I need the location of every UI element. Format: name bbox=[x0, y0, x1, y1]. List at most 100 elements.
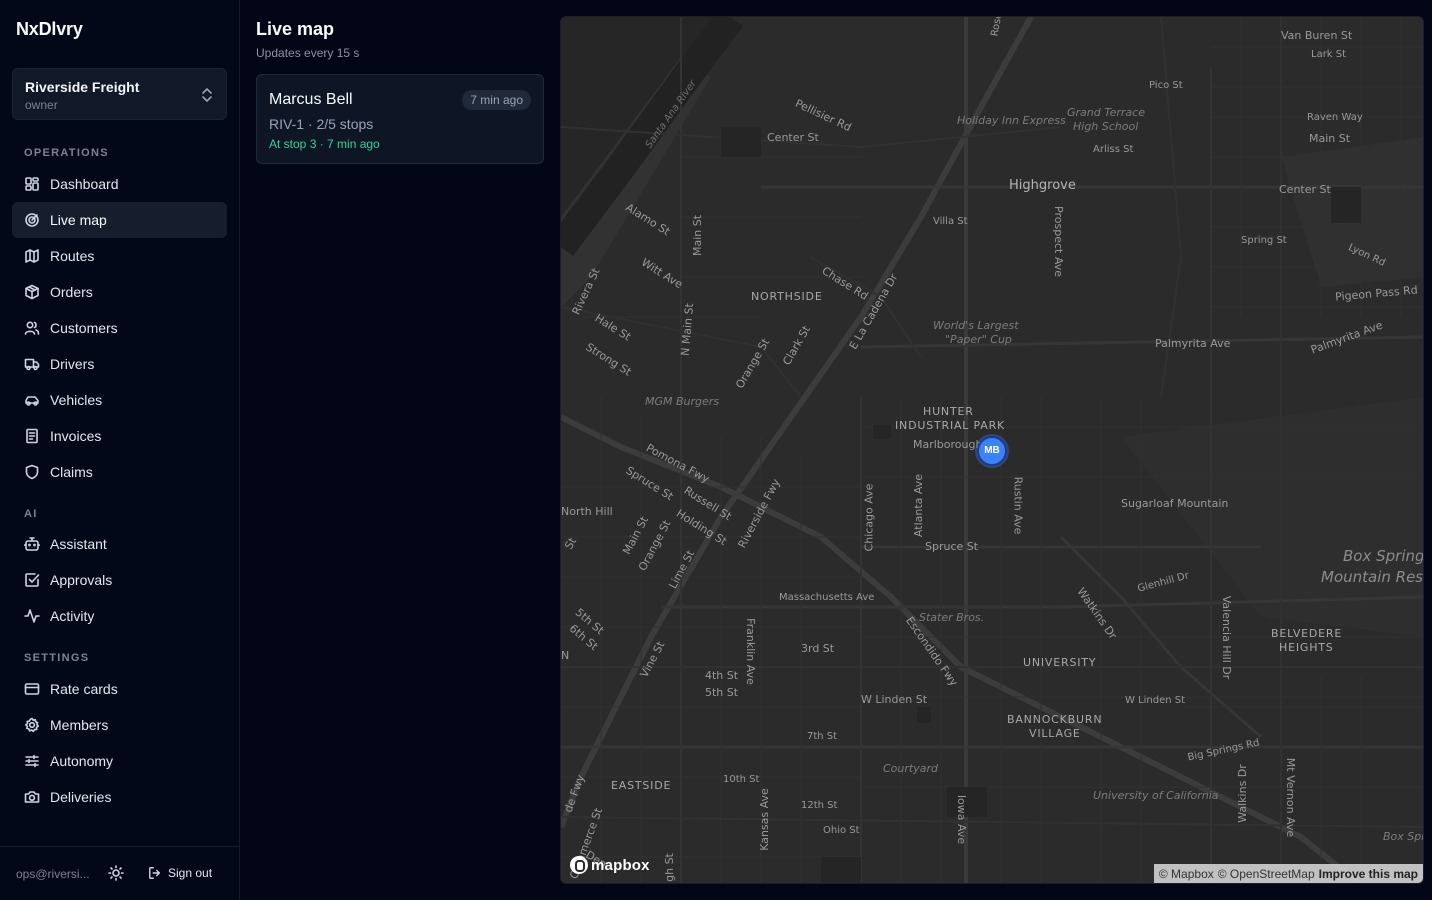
map-label: Courtyard bbox=[883, 762, 938, 775]
map-label: Prospect Ave bbox=[1051, 206, 1065, 277]
nav-item-routes[interactable]: Routes bbox=[12, 238, 227, 274]
package-icon bbox=[24, 284, 40, 300]
map-label: Palmyrita Ave bbox=[1155, 337, 1231, 350]
map-label: Valencia Hill Dr bbox=[1220, 595, 1234, 680]
shield-icon bbox=[24, 464, 40, 480]
map-label: High School bbox=[1073, 120, 1139, 133]
map-label-neighborhood: EASTSIDE bbox=[611, 779, 672, 792]
map-label-neighborhood: VILLAGE bbox=[1029, 727, 1081, 740]
nav-label: Approvals bbox=[50, 572, 113, 588]
map-label: University of California bbox=[1093, 789, 1219, 802]
nav-item-customers[interactable]: Customers bbox=[12, 310, 227, 346]
nav-item-dashboard[interactable]: Dashboard bbox=[12, 166, 227, 202]
org-name: Riverside Freight bbox=[25, 79, 140, 95]
driver-marker[interactable]: MB bbox=[977, 436, 1007, 466]
sidebar: NxDlvry Riverside Freight owner OPERATIO… bbox=[0, 0, 240, 900]
driver-status: At stop 3 · 7 min ago bbox=[269, 137, 380, 151]
map-label: Main St bbox=[1309, 132, 1351, 145]
map-label: 12th St bbox=[801, 800, 838, 811]
nav-item-approvals[interactable]: Approvals bbox=[12, 562, 227, 598]
check-square-icon bbox=[24, 572, 40, 588]
bot-icon bbox=[24, 536, 40, 552]
mapbox-wordmark: mapbox bbox=[591, 856, 650, 874]
sidebar-footer: ops@riversi... Sign out bbox=[0, 846, 239, 900]
gear-icon bbox=[24, 717, 40, 733]
nav-item-live-map[interactable]: Live map bbox=[12, 202, 227, 238]
sign-out-button[interactable]: Sign out bbox=[148, 866, 212, 880]
nav-label: Claims bbox=[50, 464, 93, 480]
map-label: Mt Vernon Ave bbox=[1284, 757, 1298, 838]
nav-label: Orders bbox=[50, 284, 93, 300]
brand-logo[interactable]: NxDlvry bbox=[16, 19, 83, 40]
map-label-neighborhood: INDUSTRIAL PARK bbox=[895, 419, 1006, 432]
map-label: Pico St bbox=[1149, 80, 1183, 91]
nav-item-drivers[interactable]: Drivers bbox=[12, 346, 227, 382]
nav-item-members[interactable]: Members bbox=[12, 707, 227, 743]
nav-item-assistant[interactable]: Assistant bbox=[12, 526, 227, 562]
nav-item-claims[interactable]: Claims bbox=[12, 454, 227, 490]
nav-label: Rate cards bbox=[50, 681, 118, 697]
nav-item-invoices[interactable]: Invoices bbox=[12, 418, 227, 454]
map-label: Chicago Ave bbox=[862, 483, 876, 552]
map-label: Spring St bbox=[1241, 235, 1287, 246]
map-label: North Hill bbox=[561, 505, 613, 518]
camera-icon bbox=[24, 789, 40, 805]
map-attribution: © Mapbox © OpenStreetMap Improve this ma… bbox=[1153, 864, 1423, 883]
org-role: owner bbox=[25, 98, 58, 112]
map-label: World's Largest bbox=[933, 319, 1019, 332]
map-label-park: Box Springs bbox=[1343, 547, 1424, 565]
map-label: Main St bbox=[691, 214, 705, 257]
map-label: Box Spri bbox=[1383, 830, 1423, 843]
sun-icon bbox=[108, 865, 124, 881]
mapbox-logo[interactable]: mapbox bbox=[570, 856, 650, 874]
map-label: Holiday Inn Express bbox=[957, 114, 1066, 127]
map-label: Villa St bbox=[933, 216, 968, 227]
nav-item-vehicles[interactable]: Vehicles bbox=[12, 382, 227, 418]
map-label: W Linden St bbox=[861, 693, 928, 706]
map-label: Franklin Ave bbox=[743, 618, 757, 685]
attribution-osm[interactable]: © OpenStreetMap bbox=[1218, 864, 1315, 883]
section-label-operations: OPERATIONS bbox=[24, 147, 109, 159]
map-label: Atlanta Ave bbox=[912, 473, 926, 538]
map-label: Raven Way bbox=[1307, 112, 1363, 123]
map-label: Ohio St bbox=[823, 825, 860, 836]
map-label: Arliss St bbox=[1093, 144, 1134, 155]
map-label: Walkins Dr bbox=[1235, 764, 1249, 823]
map-label: 4th St bbox=[705, 669, 739, 682]
users-icon bbox=[24, 320, 40, 336]
sliders-icon bbox=[24, 753, 40, 769]
receipt-icon bbox=[24, 428, 40, 444]
map-label: gh St bbox=[662, 853, 676, 882]
map-label: Center St bbox=[1279, 183, 1331, 196]
map-label: Marlborough bbox=[913, 438, 983, 451]
nav-item-orders[interactable]: Orders bbox=[12, 274, 227, 310]
app-root: NxDlvry Riverside Freight owner OPERATIO… bbox=[0, 0, 1432, 900]
log-out-icon bbox=[149, 867, 161, 879]
nav-label: Members bbox=[50, 717, 109, 733]
map-label: 7th St bbox=[807, 731, 838, 742]
nav-label: Customers bbox=[50, 320, 118, 336]
activity-icon bbox=[24, 608, 40, 624]
nav-item-rate-cards[interactable]: Rate cards bbox=[12, 671, 227, 707]
truck-icon bbox=[24, 356, 40, 372]
last-update-badge: 7 min ago bbox=[462, 90, 531, 110]
driver-route: RIV-1 · 2/5 stops bbox=[269, 116, 374, 132]
nav-item-activity[interactable]: Activity bbox=[12, 598, 227, 634]
driver-card[interactable]: Marcus Bell 7 min ago RIV-1 · 2/5 stops … bbox=[256, 74, 544, 164]
map-label: Grand Terrace bbox=[1067, 106, 1145, 119]
org-switcher[interactable]: Riverside Freight owner bbox=[12, 68, 227, 120]
map-label: 5th St bbox=[705, 686, 739, 699]
nav-item-autonomy[interactable]: Autonomy bbox=[12, 743, 227, 779]
live-map[interactable]: Van Buren St Lark St Pico St Pellisier R… bbox=[560, 16, 1424, 884]
attribution-mapbox[interactable]: © Mapbox bbox=[1159, 864, 1214, 883]
nav-label: Dashboard bbox=[50, 176, 119, 192]
nav-label: Drivers bbox=[50, 356, 95, 372]
theme-toggle-button[interactable] bbox=[108, 865, 126, 883]
nav-item-deliveries[interactable]: Deliveries bbox=[12, 779, 227, 815]
nav-label: Vehicles bbox=[50, 392, 103, 408]
nav-label: Autonomy bbox=[50, 753, 114, 769]
map-label-town: Highgrove bbox=[1009, 178, 1076, 193]
map-label: Sugarloaf Mountain bbox=[1121, 497, 1229, 510]
improve-map-link[interactable]: Improve this map bbox=[1319, 864, 1418, 883]
nav-label: Live map bbox=[50, 212, 107, 228]
